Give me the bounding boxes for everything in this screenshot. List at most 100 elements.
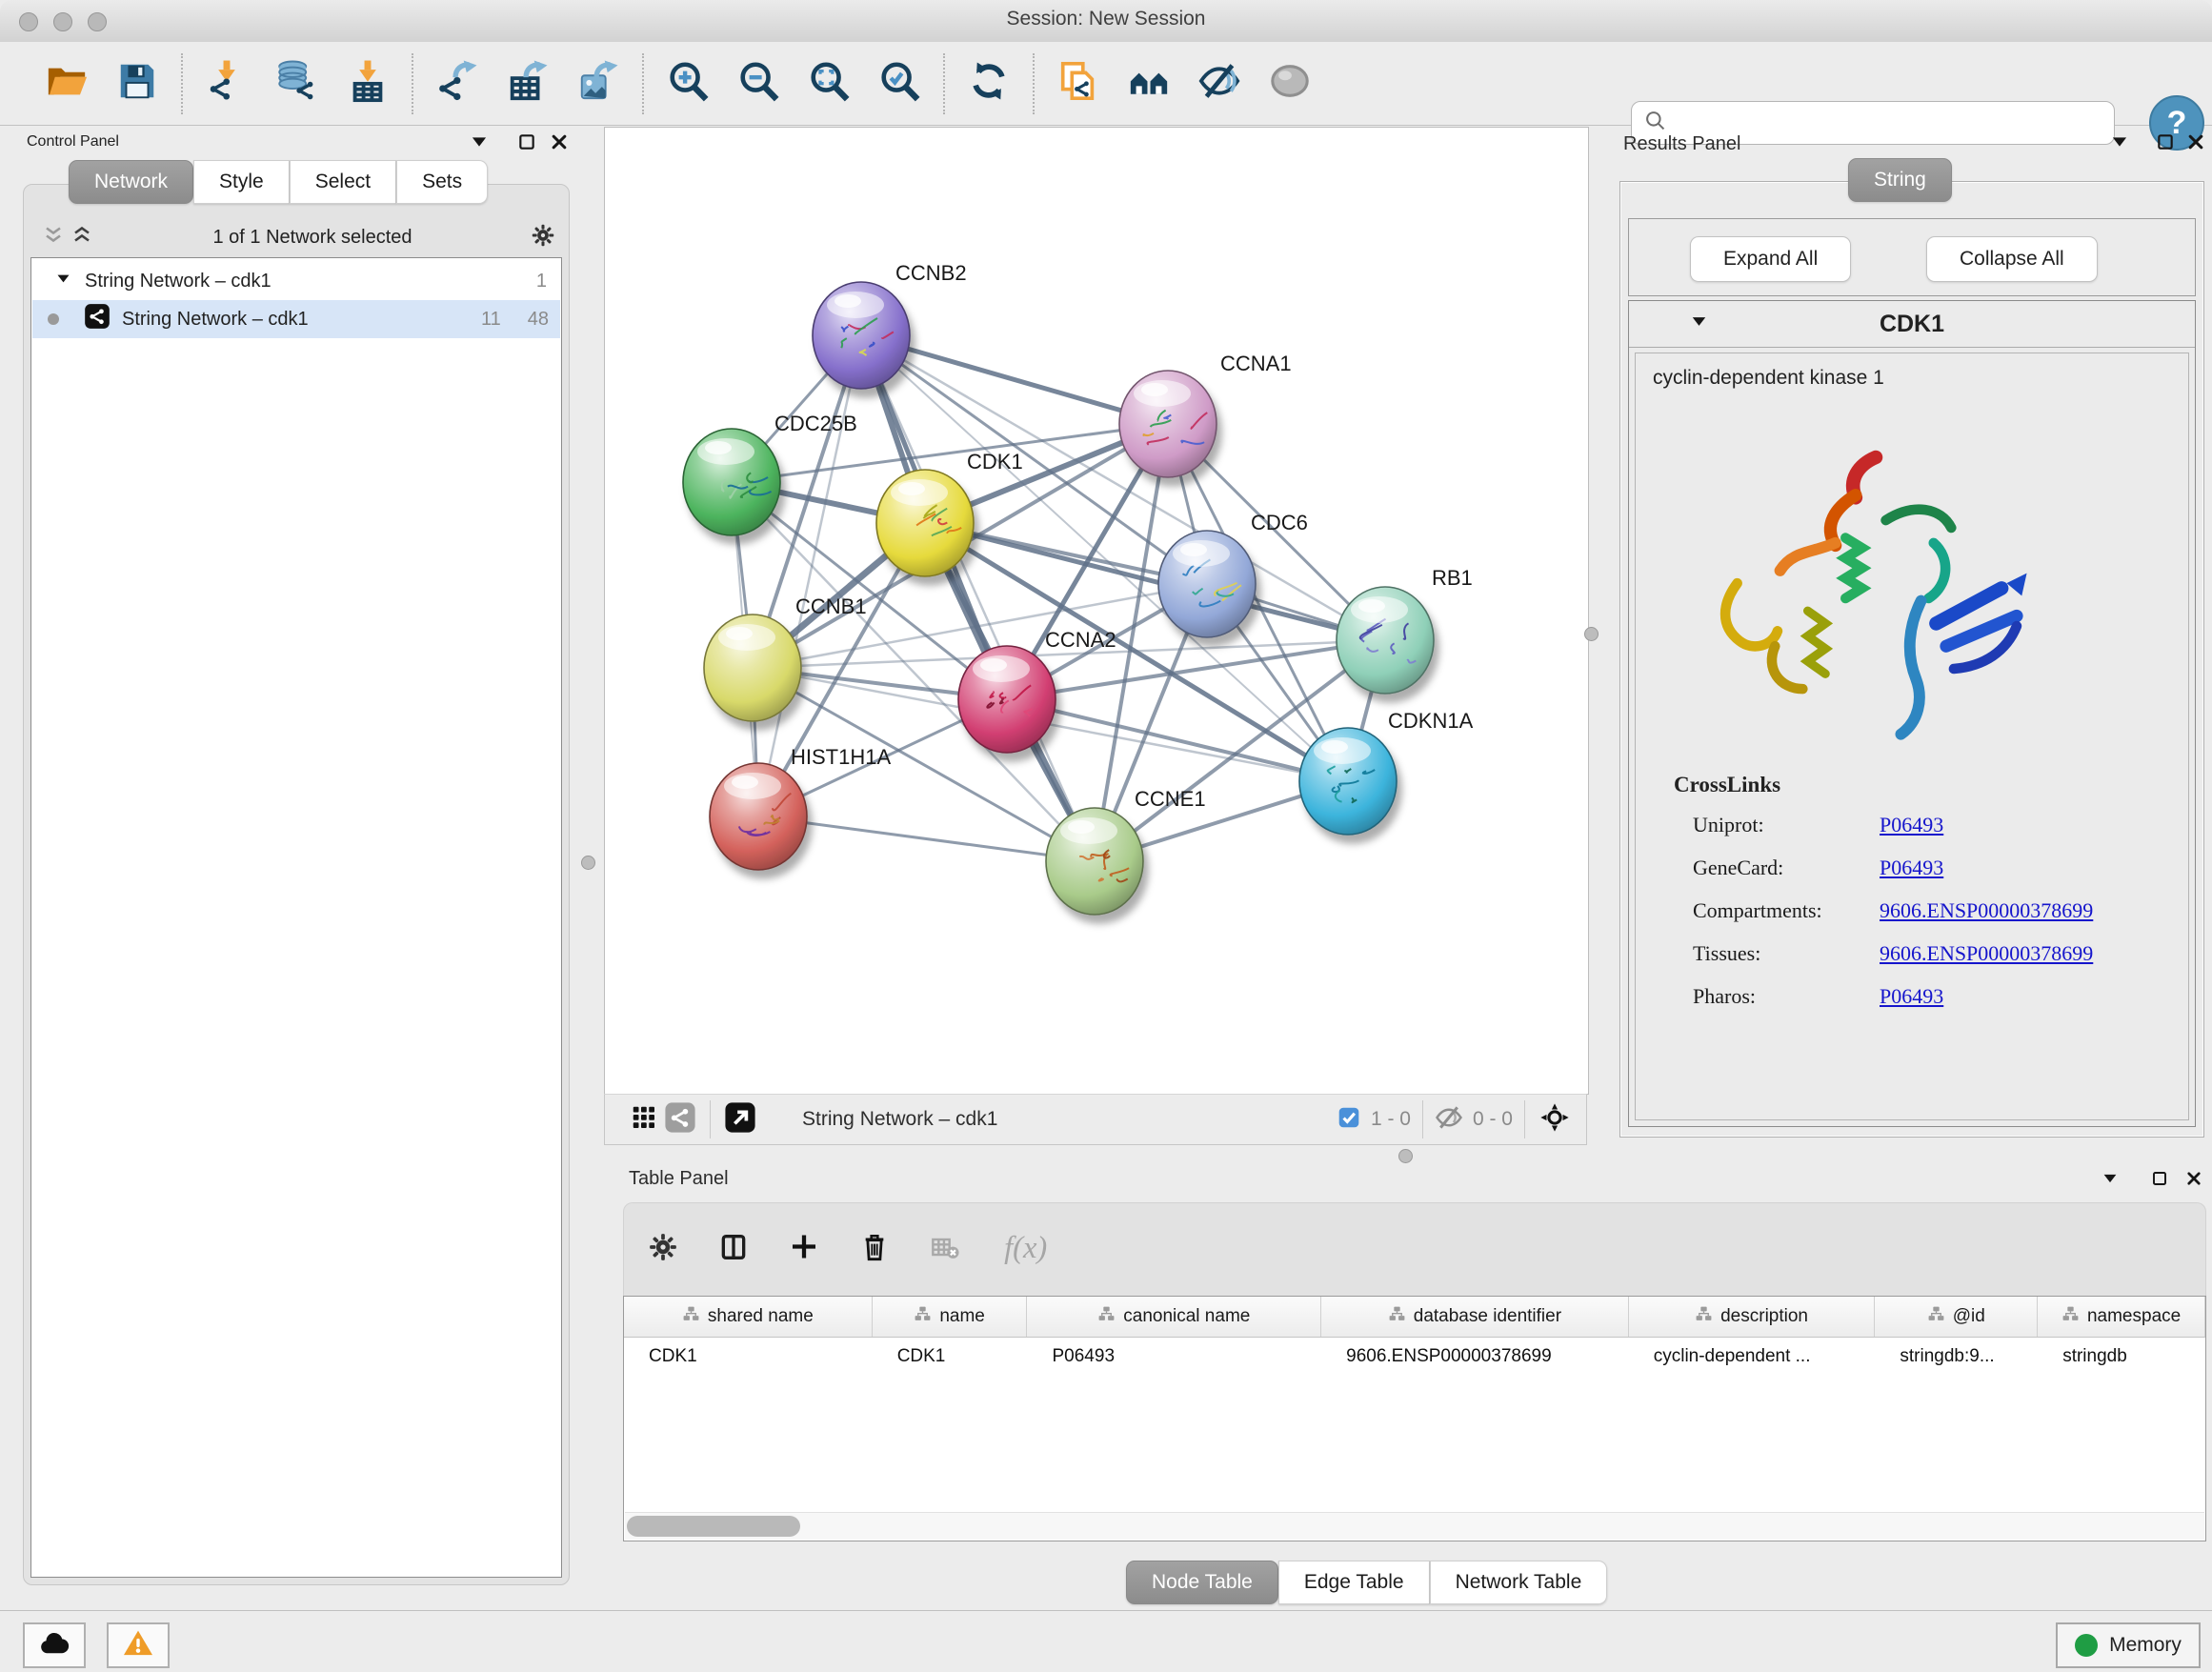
control-panel-float-button[interactable] xyxy=(513,130,541,158)
zoom-selected-button[interactable] xyxy=(875,57,924,111)
expand-all-networks-button[interactable] xyxy=(68,223,96,252)
column-header-canonical-name[interactable]: canonical name xyxy=(1027,1297,1321,1337)
zoom-out-button[interactable] xyxy=(734,57,783,111)
table-panel-float-button[interactable] xyxy=(2145,1166,2174,1195)
save-session-button[interactable] xyxy=(112,57,162,111)
column-header-id[interactable]: @id xyxy=(1875,1297,2038,1337)
results-panel-float-button[interactable] xyxy=(2151,130,2180,158)
warnings-button[interactable] xyxy=(107,1622,170,1668)
export-image-icon xyxy=(576,59,620,103)
crosslink-link[interactable]: P06493 xyxy=(1880,984,1943,1009)
crosslink-label: Compartments: xyxy=(1693,898,1880,923)
network-row[interactable]: String Network – cdk1 11 48 xyxy=(32,300,560,338)
columns-icon xyxy=(718,1232,749,1262)
network-edge-HIST1H1A-CCNE1[interactable] xyxy=(758,816,1095,861)
delete-column-button[interactable] xyxy=(853,1228,896,1272)
network-edge-CCNB2-CCNE1[interactable] xyxy=(861,335,1095,861)
function-builder-button[interactable]: f(x) xyxy=(994,1228,1060,1272)
zoom-in-button[interactable] xyxy=(663,57,713,111)
import-network-file-button[interactable] xyxy=(202,57,251,111)
gene-expander-icon[interactable] xyxy=(1690,312,1708,335)
network-node-CDKN1A[interactable] xyxy=(1299,728,1397,835)
detach-view-button[interactable] xyxy=(722,1101,758,1138)
grid-view-button[interactable] xyxy=(626,1101,662,1138)
column-header-namespace[interactable]: namespace xyxy=(2038,1297,2205,1337)
network-node-CCNA2[interactable] xyxy=(958,646,1056,753)
control-tab-sets[interactable]: Sets xyxy=(396,160,488,204)
crosslink-link[interactable]: 9606.ENSP00000378699 xyxy=(1880,898,2093,923)
network-canvas[interactable]: CCNB2 CCNA1 CDC25B CDK1 CDC6 RB1 CCNB1 xyxy=(604,127,1589,1095)
mini-org-icon xyxy=(1388,1305,1406,1323)
table-panel-collapse-button[interactable] xyxy=(2096,1166,2124,1195)
control-panel-collapse-button[interactable] xyxy=(465,130,493,158)
network-node-CDC25B[interactable] xyxy=(683,429,780,535)
network-options-gear-button[interactable] xyxy=(529,223,557,252)
results-panel-collapse-button[interactable] xyxy=(2105,130,2134,158)
control-tab-style[interactable]: Style xyxy=(193,160,290,204)
control-tab-network[interactable]: Network xyxy=(69,160,193,204)
table-tab-edge-table[interactable]: Edge Table xyxy=(1278,1561,1430,1604)
network-node-CCNB1[interactable] xyxy=(704,614,801,721)
show-columns-button[interactable] xyxy=(712,1228,755,1272)
search-input[interactable] xyxy=(1676,111,2102,135)
hidden-eye-icon[interactable] xyxy=(1435,1103,1463,1137)
toolbar-separator-icon xyxy=(642,53,644,114)
hide-selected-button[interactable] xyxy=(1195,57,1244,111)
crosslink-link[interactable]: P06493 xyxy=(1880,856,1943,880)
cloud-status-button[interactable] xyxy=(23,1622,86,1668)
network-node-CCNE1[interactable] xyxy=(1046,808,1143,915)
export-image-button[interactable] xyxy=(573,57,623,111)
birdseye-button[interactable] xyxy=(1537,1101,1573,1138)
collapse-all-networks-button[interactable] xyxy=(39,223,68,252)
results-tab-string[interactable]: String xyxy=(1848,158,1952,202)
new-network-from-selection-button[interactable] xyxy=(1054,57,1103,111)
table-body: CDK1CDK1P064939606.ENSP00000378699cyclin… xyxy=(624,1338,2205,1376)
memory-button[interactable]: Memory xyxy=(2056,1622,2201,1668)
open-session-icon xyxy=(45,59,89,103)
crosslink-link[interactable]: P06493 xyxy=(1880,813,1943,837)
hscrollbar-thumb[interactable] xyxy=(627,1516,800,1537)
control-panel-close-button[interactable] xyxy=(545,130,573,158)
expand-all-button[interactable]: Expand All xyxy=(1690,236,1851,282)
crosslink-link[interactable]: 9606.ENSP00000378699 xyxy=(1880,941,2093,966)
network-node-CDC6[interactable] xyxy=(1158,531,1256,637)
network-node-CCNB2[interactable] xyxy=(813,282,910,389)
column-header-name[interactable]: name xyxy=(873,1297,1028,1337)
column-header-database-identifier[interactable]: database identifier xyxy=(1321,1297,1629,1337)
network-collection-row[interactable]: String Network – cdk1 1 xyxy=(32,262,560,300)
import-table-file-button[interactable] xyxy=(343,57,392,111)
network-node-HIST1H1A[interactable] xyxy=(710,763,807,870)
bottom-splitter-handle[interactable] xyxy=(1398,1149,1413,1163)
first-neighbors-button[interactable] xyxy=(1124,57,1174,111)
export-network-button[interactable] xyxy=(432,57,482,111)
add-column-button[interactable] xyxy=(782,1228,826,1272)
collapse-all-button[interactable]: Collapse All xyxy=(1926,236,2098,282)
table-settings-gear-button[interactable] xyxy=(641,1228,685,1272)
network-node-CDK1[interactable] xyxy=(876,470,974,576)
network-share-view-button[interactable] xyxy=(662,1101,698,1138)
column-header-shared-name[interactable]: shared name xyxy=(624,1297,873,1337)
table-panel-close-button[interactable] xyxy=(2180,1166,2208,1195)
toolbar-separator-icon xyxy=(412,53,413,114)
table-row[interactable]: CDK1CDK1P064939606.ENSP00000378699cyclin… xyxy=(624,1338,2205,1376)
right-splitter-handle[interactable] xyxy=(1584,627,1599,641)
network-node-RB1[interactable] xyxy=(1337,587,1434,694)
open-session-button[interactable] xyxy=(42,57,91,111)
control-tab-select[interactable]: Select xyxy=(290,160,396,204)
collection-expander-icon[interactable] xyxy=(55,271,71,292)
zoom-fit-button[interactable] xyxy=(804,57,854,111)
protein-structure-image xyxy=(1685,422,2066,775)
delete-table-button[interactable] xyxy=(923,1228,967,1272)
refresh-view-button[interactable] xyxy=(964,57,1014,111)
table-tab-network-table[interactable]: Network Table xyxy=(1430,1561,1608,1604)
show-all-button[interactable] xyxy=(1265,57,1315,111)
gene-header-row[interactable]: CDK1 xyxy=(1629,301,2195,348)
table-tab-node-table[interactable]: Node Table xyxy=(1126,1561,1278,1604)
import-network-database-button[interactable] xyxy=(272,57,322,111)
selected-nodes-checkbox[interactable] xyxy=(1337,1105,1361,1135)
column-header-description[interactable]: description xyxy=(1629,1297,1876,1337)
results-panel-close-button[interactable] xyxy=(2182,130,2210,158)
network-node-CCNA1[interactable] xyxy=(1119,371,1217,477)
export-table-button[interactable] xyxy=(503,57,553,111)
left-splitter-handle[interactable] xyxy=(581,856,595,870)
